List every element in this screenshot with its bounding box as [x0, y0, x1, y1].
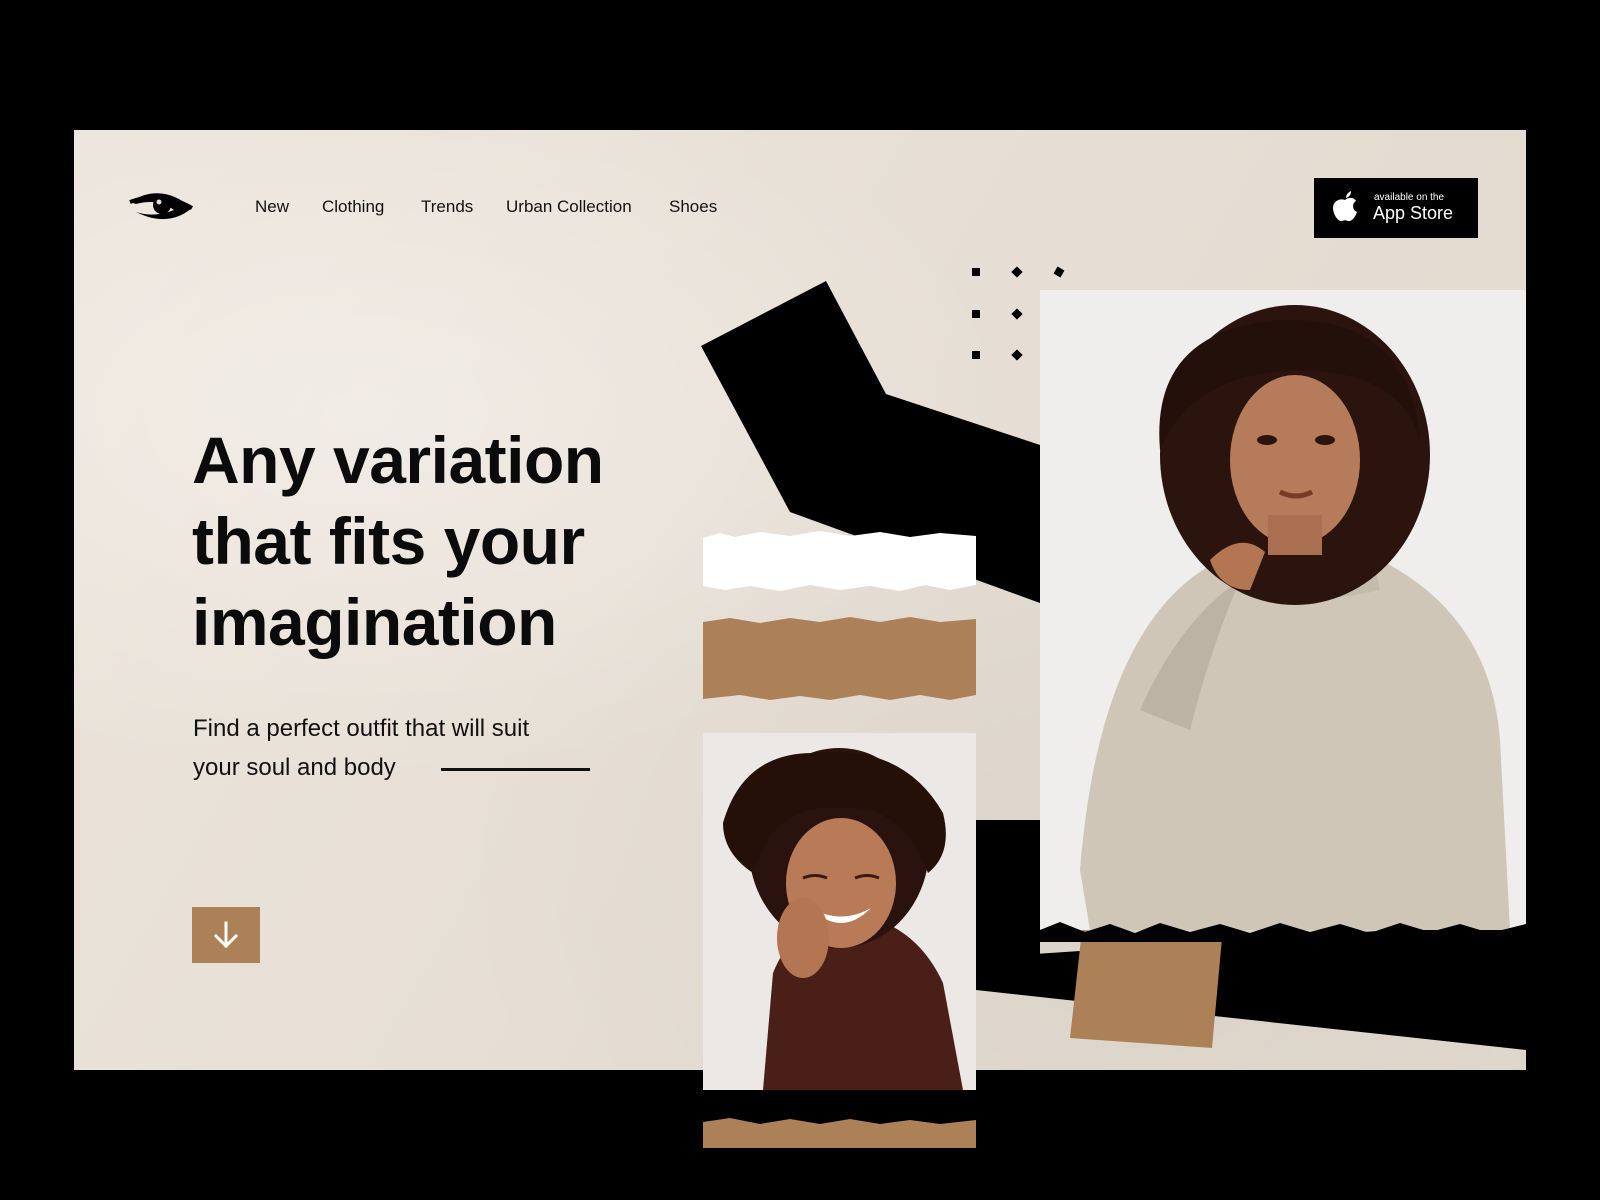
photo-woman-turtleneck — [1040, 290, 1526, 930]
woman-turtleneck-illustration — [1040, 290, 1526, 930]
photo-smiling-woman — [703, 733, 976, 1090]
woman-portrait-illustration — [703, 733, 976, 1090]
torn-edge — [1040, 922, 1526, 942]
